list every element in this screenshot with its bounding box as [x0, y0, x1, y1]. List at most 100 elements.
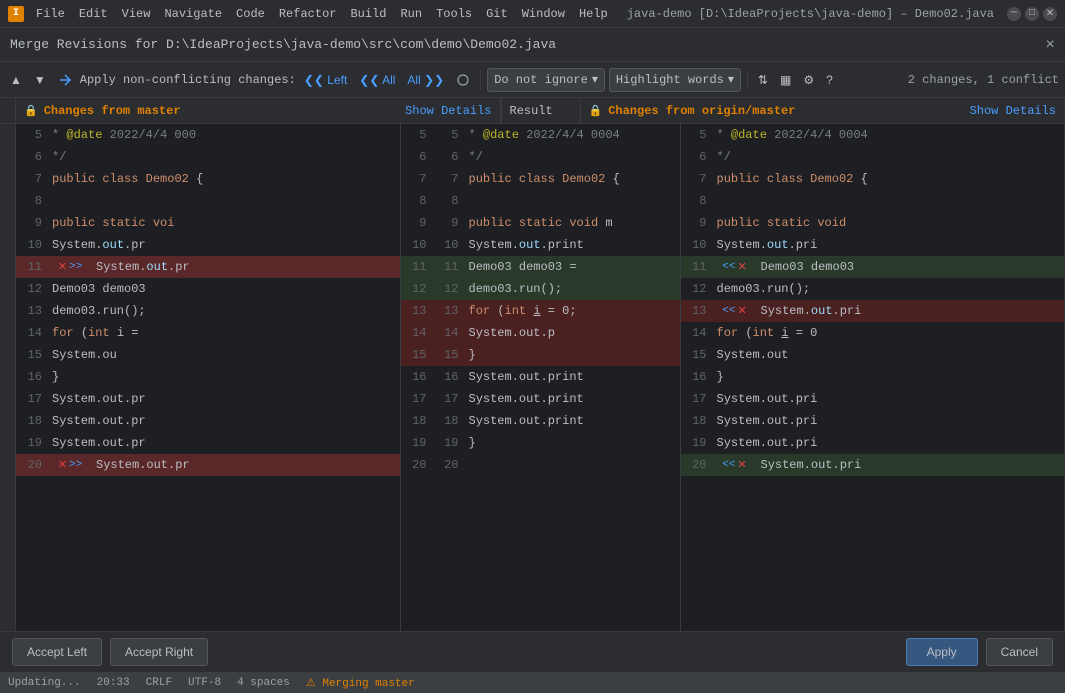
left-gutter-panel: [0, 124, 16, 631]
cancel-button[interactable]: Cancel: [986, 638, 1053, 666]
conflict-actions-right-13: << ✕: [713, 304, 757, 318]
table-row: 11 ✕ >> System.out.pr: [16, 256, 400, 278]
menu-build[interactable]: Build: [344, 5, 392, 23]
close-icon[interactable]: ✕: [737, 260, 746, 274]
toolbar-separator-2: [747, 70, 748, 90]
right-code-panel[interactable]: 5 * @date 2022/4/4 0004 6 */ 7 public cl…: [681, 124, 1065, 631]
left-panel-title: Changes from master: [44, 104, 181, 118]
right-show-details-link[interactable]: Show Details: [970, 104, 1056, 118]
menu-navigate[interactable]: Navigate: [158, 5, 228, 23]
center-panel-header: Result: [501, 98, 581, 123]
table-row: 5 * @date 2022/4/4 000: [16, 124, 400, 146]
menu-tools[interactable]: Tools: [430, 5, 478, 23]
apply-icon: [58, 73, 72, 87]
charset: UTF-8: [188, 677, 221, 689]
close-icon[interactable]: ✕: [58, 260, 67, 274]
window-controls: ─ □ ✕: [1007, 7, 1057, 21]
table-row: 19 19 }: [401, 432, 680, 454]
navigate-up-button[interactable]: ▲: [6, 68, 26, 92]
left-code-panel[interactable]: 5 * @date 2022/4/4 000 6 */ 7 public cla…: [16, 124, 401, 631]
help-button[interactable]: ?: [822, 68, 837, 92]
close-button[interactable]: ✕: [1043, 7, 1057, 21]
menu-edit[interactable]: Edit: [73, 5, 114, 23]
conflict-actions-right-20: << ✕: [713, 458, 757, 472]
table-row: 10 System.out.pr: [16, 234, 400, 256]
table-row: 9 public static void: [681, 212, 1065, 234]
close-icon[interactable]: ✕: [737, 458, 746, 472]
apply-left-button[interactable]: ❮❮ Left: [300, 68, 351, 92]
table-row: 12 Demo03 demo03: [16, 278, 400, 300]
menu-refactor[interactable]: Refactor: [273, 5, 343, 23]
menu-help[interactable]: Help: [573, 5, 614, 23]
menu-run[interactable]: Run: [394, 5, 428, 23]
options-button[interactable]: [452, 68, 474, 92]
app-icon: I: [8, 6, 24, 22]
dialog-close-button[interactable]: ×: [1045, 36, 1055, 54]
table-row: 15 System.ou: [16, 344, 400, 366]
table-row: 19 System.out.pr: [16, 432, 400, 454]
ignore-dropdown[interactable]: Do not ignore ▾: [487, 68, 605, 92]
conflict-status: 2 changes, 1 conflict: [908, 73, 1059, 87]
table-row: 8 8: [401, 190, 680, 212]
conflict-actions-right-11: << ✕: [713, 260, 757, 274]
bottom-bar: Accept Left Accept Right Apply Cancel: [0, 631, 1065, 671]
maximize-button[interactable]: □: [1025, 7, 1039, 21]
line-ending: CRLF: [146, 677, 172, 689]
arrow-right-icon[interactable]: >>: [69, 261, 82, 273]
table-row: 7 7 public class Demo02 {: [401, 168, 680, 190]
table-row: 9 public static voi: [16, 212, 400, 234]
minimize-button[interactable]: ─: [1007, 7, 1021, 21]
table-row: 9 9 public static void m: [401, 212, 680, 234]
right-code-content: 5 * @date 2022/4/4 0004 6 */ 7 public cl…: [681, 124, 1065, 631]
sync-scroll-button[interactable]: ⇅: [754, 68, 772, 92]
table-row: 14 for (int i = 0: [681, 322, 1065, 344]
conflict-actions-left-20: ✕ >>: [48, 458, 92, 472]
table-row: 7 public class Demo02 {: [681, 168, 1065, 190]
left-lock-icon: 🔒: [24, 104, 38, 118]
table-row: 17 System.out.pri: [681, 388, 1065, 410]
status-bar: Updating... 20:33 CRLF UTF-8 4 spaces ⚠ …: [0, 671, 1065, 693]
left-panel-header: 🔒 Changes from master Show Details: [16, 98, 501, 123]
highlight-dropdown[interactable]: Highlight words ▾: [609, 68, 741, 92]
conflict-actions-left-11: ✕ >>: [48, 260, 92, 274]
accept-right-button[interactable]: Accept Right: [110, 638, 208, 666]
apply-all-button[interactable]: ❮❮ All: [355, 68, 399, 92]
settings-button[interactable]: ⚙: [799, 68, 818, 92]
title-bar: I File Edit View Navigate Code Refactor …: [0, 0, 1065, 28]
menu-window[interactable]: Window: [516, 5, 571, 23]
close-icon[interactable]: ✕: [737, 304, 746, 318]
arrow-left-icon[interactable]: <<: [722, 459, 735, 471]
panel-headers: 🔒 Changes from master Show Details Resul…: [0, 98, 1065, 124]
close-icon[interactable]: ✕: [58, 458, 67, 472]
dialog-titlebar: Merge Revisions for D:\IdeaProjects\java…: [0, 28, 1065, 62]
table-row: 20 ✕ >> System.out.pr: [16, 454, 400, 476]
menu-view[interactable]: View: [116, 5, 157, 23]
accept-left-button[interactable]: Accept Left: [12, 638, 102, 666]
menu-bar: File Edit View Navigate Code Refactor Bu…: [30, 5, 614, 23]
toggle-collapse-button[interactable]: ▦: [776, 68, 795, 92]
apply-changes-button[interactable]: [54, 68, 76, 92]
menu-file[interactable]: File: [30, 5, 71, 23]
apply-right-button[interactable]: All ❯❯: [403, 68, 448, 92]
table-row: 18 System.out.pri: [681, 410, 1065, 432]
cursor-position: 20:33: [97, 677, 130, 689]
table-row: 20 << ✕ System.out.pri: [681, 454, 1065, 476]
apply-button[interactable]: Apply: [906, 638, 978, 666]
arrow-left-icon[interactable]: <<: [722, 305, 735, 317]
right-action-buttons: Apply Cancel: [906, 638, 1053, 666]
title-left: I File Edit View Navigate Code Refactor …: [8, 5, 614, 23]
table-row: 18 18 System.out.print: [401, 410, 680, 432]
arrow-left-icon[interactable]: <<: [722, 261, 735, 273]
apply-non-conflicting-label: Apply non-conflicting changes:: [80, 73, 296, 87]
arrow-right-icon[interactable]: >>: [69, 459, 82, 471]
menu-git[interactable]: Git: [480, 5, 514, 23]
toolbar-separator-1: [480, 70, 481, 90]
navigate-down-button[interactable]: ▼: [30, 68, 50, 92]
updating-status: Updating...: [8, 677, 81, 689]
left-show-details-link[interactable]: Show Details: [405, 104, 491, 118]
menu-code[interactable]: Code: [230, 5, 271, 23]
table-row: 17 17 System.out.print: [401, 388, 680, 410]
table-row: 7 public class Demo02 {: [16, 168, 400, 190]
center-code-panel[interactable]: 5 5 * @date 2022/4/4 0004 6 6 */ 7 7 pub…: [401, 124, 681, 631]
table-row: 13 << ✕ System.out.pri: [681, 300, 1065, 322]
